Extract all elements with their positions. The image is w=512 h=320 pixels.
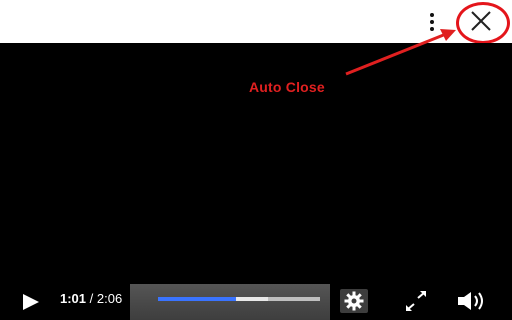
fullscreen-icon xyxy=(406,291,426,311)
volume-button[interactable] xyxy=(456,290,488,312)
settings-button[interactable] xyxy=(340,289,368,313)
progress-bar[interactable] xyxy=(158,297,320,301)
volume-icon xyxy=(458,292,483,310)
player-controls: 1:01 / 2:06 xyxy=(0,284,512,320)
close-icon xyxy=(471,11,491,31)
buffered-bar xyxy=(235,297,269,301)
play-icon xyxy=(23,294,39,310)
close-button[interactable] xyxy=(455,1,510,44)
kebab-menu-icon[interactable] xyxy=(426,12,438,32)
duration: / 2:06 xyxy=(89,291,123,306)
annotation-label: Auto Close xyxy=(249,79,325,95)
fullscreen-button[interactable] xyxy=(404,291,428,311)
settings-gear-icon xyxy=(344,291,364,311)
top-bar xyxy=(0,0,512,44)
time-display: 1:01 / 2:06 xyxy=(60,291,122,307)
play-button[interactable] xyxy=(20,291,42,313)
progress-fill xyxy=(158,297,236,301)
scrub-background xyxy=(130,284,330,320)
current-time: 1:01 xyxy=(60,291,87,306)
